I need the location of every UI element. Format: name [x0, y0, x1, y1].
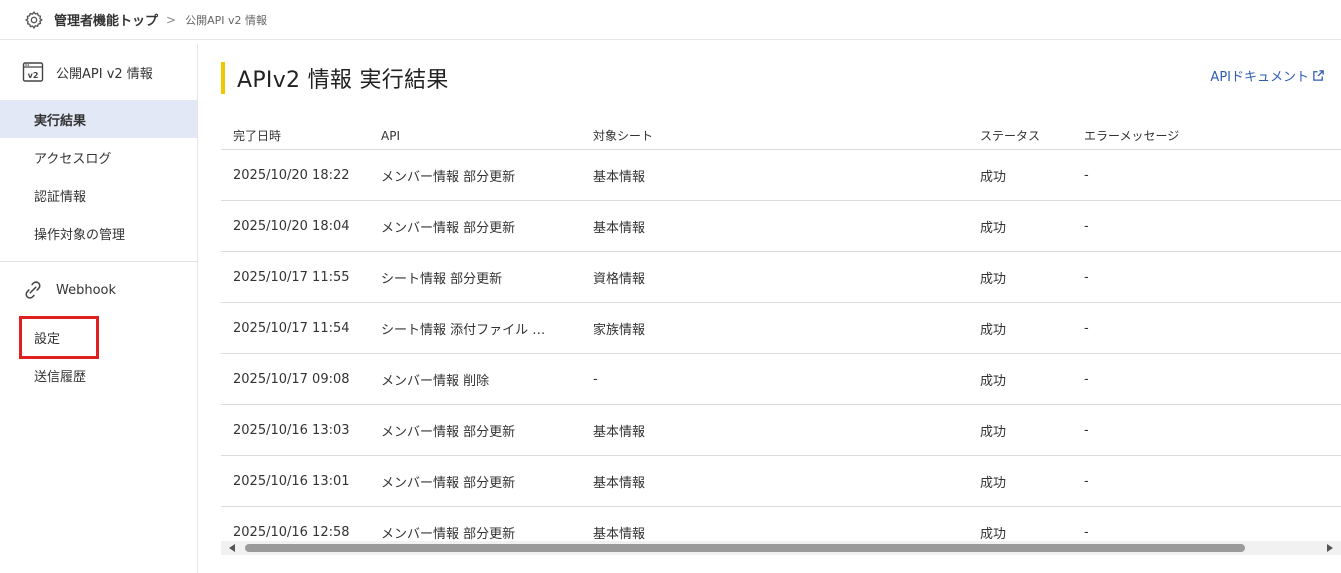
cell-api: シート情報 部分更新 [381, 271, 503, 287]
title-accent-bar [221, 62, 225, 94]
cell-api: メンバー情報 部分更新 [381, 169, 516, 185]
cell-date: 2025/10/16 13:01 [233, 473, 350, 489]
table-row[interactable]: 2025/10/20 18:22 メンバー情報 部分更新 基本情報 成功 - [221, 150, 1341, 201]
cell-date: 2025/10/16 13:03 [233, 422, 350, 438]
api-document-link-label: APIドキュメント [1210, 70, 1309, 85]
cell-status: 成功 [980, 373, 1007, 389]
cell-error: - [1084, 473, 1089, 489]
sidebar-item-auth-info[interactable]: 認証情報 [0, 176, 197, 214]
cell-error: - [1084, 371, 1089, 387]
column-header-error-message: エラーメッセージ [1084, 129, 1180, 143]
breadcrumb: 管理者機能トップ > 公開API v2 情報 [0, 0, 1341, 40]
cell-sheet: 家族情報 [593, 322, 646, 338]
sidebar-item-execution-results[interactable]: 実行結果 [0, 100, 197, 138]
horizontal-scrollbar[interactable] [221, 541, 1341, 555]
cell-sheet: 基本情報 [593, 220, 646, 236]
table-row[interactable]: 2025/10/17 11:54 シート情報 添付ファイル … 家族情報 成功 … [221, 303, 1341, 354]
cell-api: メンバー情報 部分更新 [381, 220, 516, 236]
cell-status: 成功 [980, 169, 1007, 185]
api-document-link[interactable]: APIドキュメント [1210, 66, 1325, 85]
cell-status: 成功 [980, 424, 1007, 440]
cell-date: 2025/10/17 11:55 [233, 269, 350, 285]
cell-date: 2025/10/17 09:08 [233, 371, 350, 387]
cell-date: 2025/10/20 18:04 [233, 218, 350, 234]
scroll-right-arrow-icon[interactable] [1327, 544, 1333, 552]
cell-error: - [1084, 525, 1089, 540]
column-header-api: API [381, 128, 400, 143]
cell-api: メンバー情報 部分更新 [381, 475, 516, 491]
cell-sheet: 基本情報 [593, 527, 646, 542]
column-header-target-sheet: 対象シート [593, 129, 654, 143]
sidebar-section-webhook: Webhook [0, 262, 197, 318]
svg-text:v2: v2 [28, 71, 39, 80]
cell-sheet: 基本情報 [593, 169, 646, 185]
cell-sheet: - [593, 371, 598, 387]
link-icon [22, 279, 44, 301]
sidebar-section-api: v2 公開API v2 情報 [0, 44, 197, 100]
cell-status: 成功 [980, 271, 1007, 287]
cell-status: 成功 [980, 527, 1007, 542]
cell-api: メンバー情報 削除 [381, 373, 490, 389]
cell-sheet: 資格情報 [593, 271, 646, 287]
table-row[interactable]: 2025/10/20 18:04 メンバー情報 部分更新 基本情報 成功 - [221, 201, 1341, 252]
scrollbar-thumb[interactable] [245, 544, 1245, 552]
sidebar-item-send-history[interactable]: 送信履歴 [0, 356, 197, 394]
table-row[interactable]: 2025/10/16 13:03 メンバー情報 部分更新 基本情報 成功 - [221, 405, 1341, 456]
page-title: APIv2 情報 実行結果 [237, 68, 449, 93]
cell-status: 成功 [980, 220, 1007, 236]
main-content: APIv2 情報 実行結果 APIドキュメント 完了日時 API 対象シート ス… [199, 44, 1341, 573]
cell-error: - [1084, 269, 1089, 285]
cell-error: - [1084, 218, 1089, 234]
external-link-icon [1312, 69, 1325, 82]
breadcrumb-separator: > [166, 12, 177, 27]
scroll-left-arrow-icon[interactable] [229, 544, 235, 552]
cell-sheet: 基本情報 [593, 475, 646, 491]
cell-api: メンバー情報 部分更新 [381, 527, 516, 542]
sidebar-section-title: 公開API v2 情報 [56, 66, 153, 82]
cell-status: 成功 [980, 322, 1007, 338]
cell-error: - [1084, 167, 1089, 183]
sidebar: v2 公開API v2 情報 実行結果 アクセスログ 認証情報 操作対象の管理 … [0, 44, 198, 573]
table-row[interactable]: 2025/10/16 13:01 メンバー情報 部分更新 基本情報 成功 - [221, 456, 1341, 507]
api-v2-icon: v2 [22, 61, 44, 83]
breadcrumb-root-link[interactable]: 管理者機能トップ [54, 10, 158, 29]
cell-date: 2025/10/20 18:22 [233, 167, 350, 183]
cell-date: 2025/10/16 12:58 [233, 525, 350, 540]
cell-sheet: 基本情報 [593, 424, 646, 440]
sidebar-section-title: Webhook [56, 282, 117, 298]
breadcrumb-current: 公開API v2 情報 [185, 13, 267, 27]
page-header: APIv2 情報 実行結果 [221, 62, 449, 94]
cell-error: - [1084, 320, 1089, 336]
sidebar-item-label: 設定 [18, 315, 100, 359]
results-table: 完了日時 API 対象シート ステータス エラーメッセージ 2025/10/20… [221, 122, 1341, 558]
cell-error: - [1084, 422, 1089, 438]
cell-api: メンバー情報 部分更新 [381, 424, 516, 440]
gear-icon[interactable] [24, 10, 44, 30]
cell-api: シート情報 添付ファイル … [381, 322, 546, 338]
sidebar-item-webhook-settings[interactable]: 設定 [0, 315, 197, 359]
column-header-status: ステータス [980, 129, 1041, 143]
table-header: 完了日時 API 対象シート ステータス エラーメッセージ [221, 122, 1341, 150]
sidebar-item-target-management[interactable]: 操作対象の管理 [0, 214, 197, 252]
cell-status: 成功 [980, 475, 1007, 491]
column-header-completed-at: 完了日時 [233, 129, 282, 143]
table-row[interactable]: 2025/10/17 11:55 シート情報 部分更新 資格情報 成功 - [221, 252, 1341, 303]
table-row[interactable]: 2025/10/17 09:08 メンバー情報 削除 - 成功 - [221, 354, 1341, 405]
cell-date: 2025/10/17 11:54 [233, 320, 350, 336]
sidebar-item-access-log[interactable]: アクセスログ [0, 138, 197, 176]
